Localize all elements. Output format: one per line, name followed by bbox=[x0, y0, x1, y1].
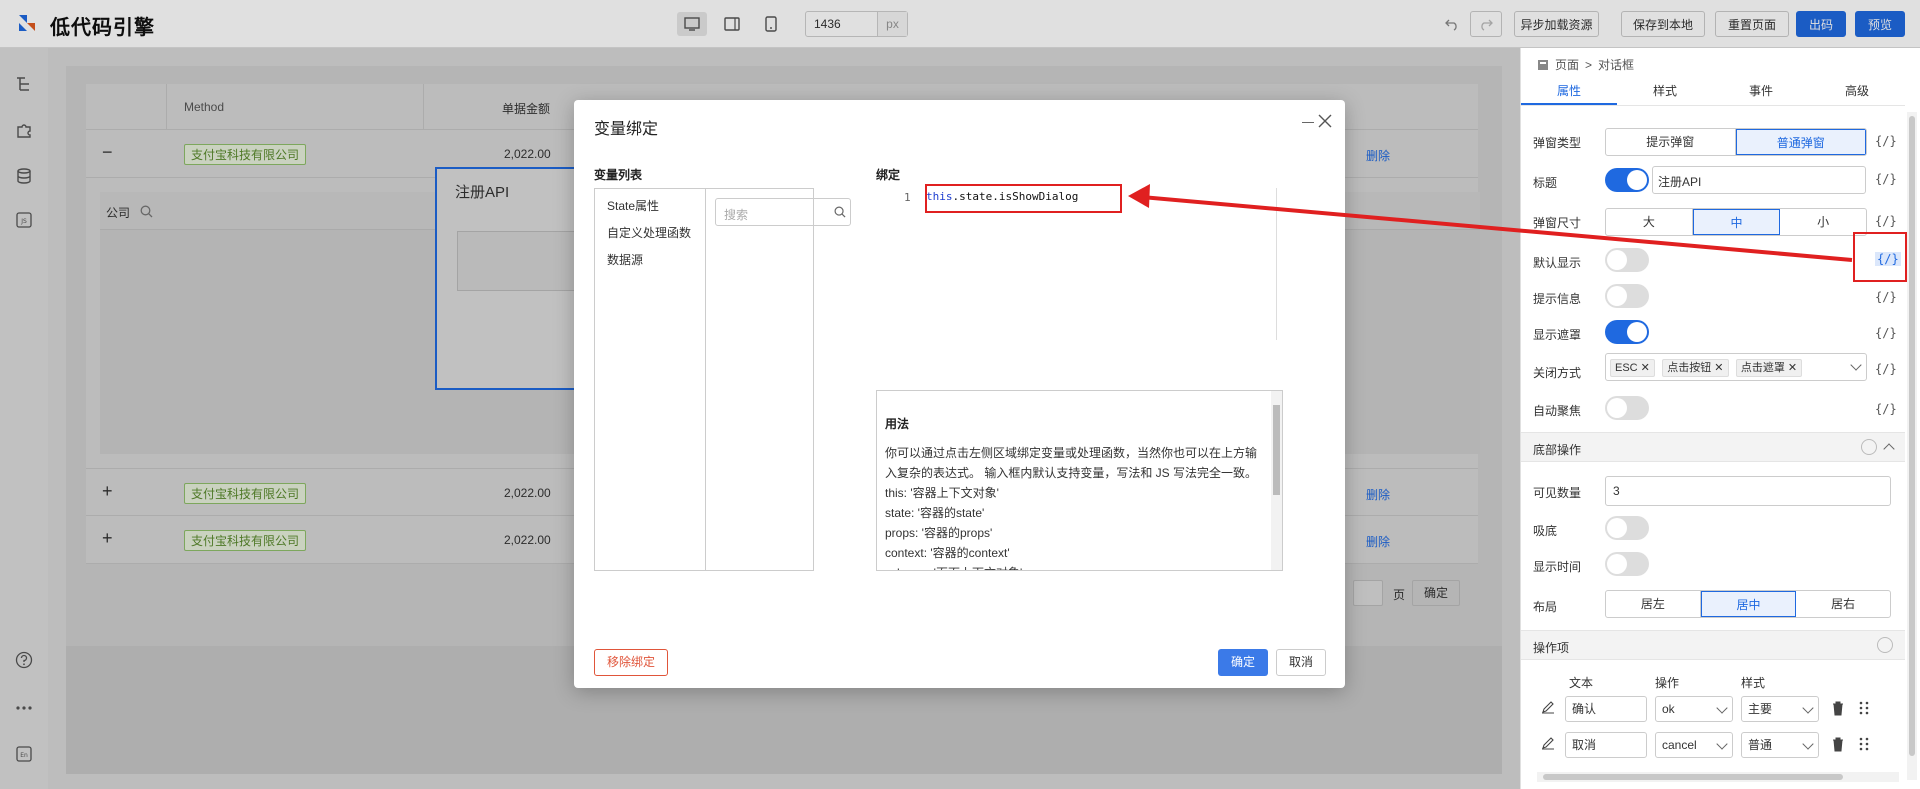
annotation-arrow bbox=[1128, 184, 1853, 262]
